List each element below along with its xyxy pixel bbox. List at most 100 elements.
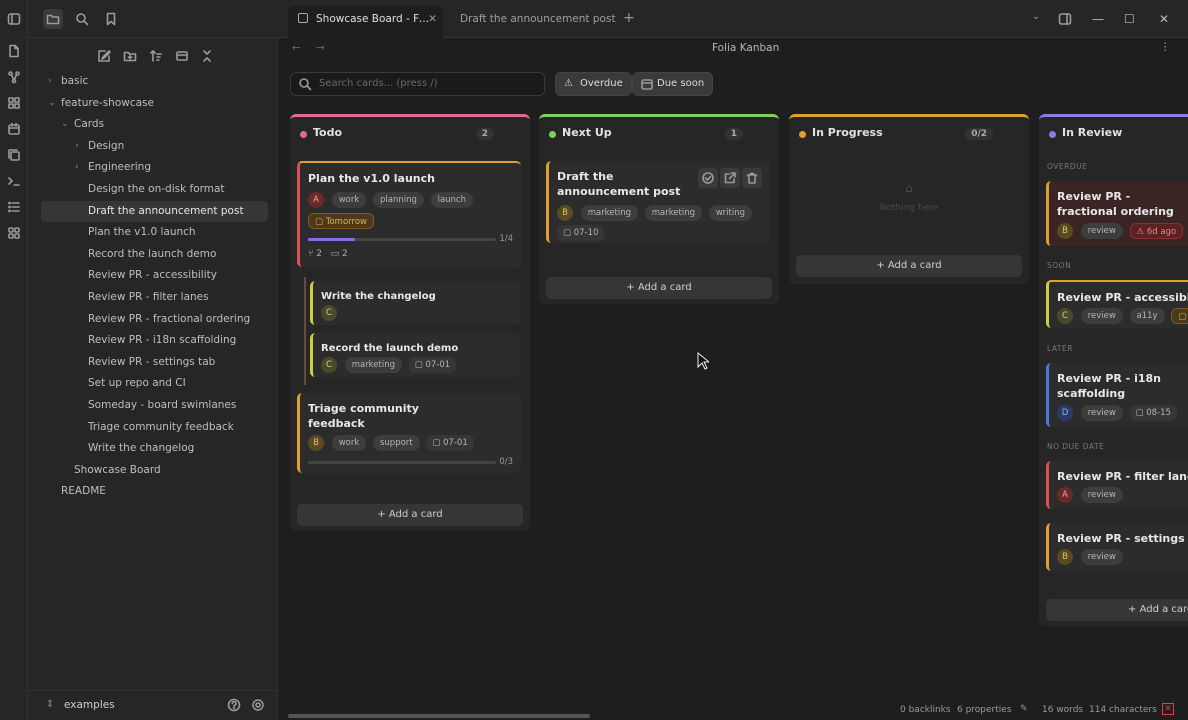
list-icon[interactable] (5, 198, 23, 216)
tab-showcase-board[interactable]: Showcase Board - Folia Kanban ✕ (288, 6, 443, 38)
tree-file[interactable]: README (28, 481, 278, 503)
minimize-icon[interactable]: — (1092, 10, 1110, 28)
folder-icon[interactable] (43, 9, 63, 29)
tree-folder-basic[interactable]: › basic (28, 71, 278, 93)
tab-list-chevron-icon[interactable]: ⌄ (1032, 11, 1040, 22)
search-input[interactable]: Search cards... (press /) (290, 72, 545, 96)
card-record-demo[interactable]: Record the launch demo C marketing ▢ 07-… (310, 333, 520, 377)
tree-file[interactable]: Review PR - settings tab (28, 352, 278, 374)
tree-file[interactable]: Review PR - filter lanes (28, 287, 278, 309)
bookmark-icon[interactable] (102, 10, 120, 28)
tag[interactable]: marketing (644, 205, 703, 221)
add-card-button[interactable]: + Add a card (297, 504, 523, 526)
grid-icon[interactable] (5, 94, 23, 112)
column-header[interactable]: In Progress 0/2 (789, 117, 1029, 151)
card-review-accessibility[interactable]: Review PR - accessibility C review a11y … (1046, 280, 1188, 328)
tag[interactable]: review (1080, 308, 1123, 324)
card-plan-launch[interactable]: Plan the v1.0 launch A work planning lau… (297, 161, 521, 267)
graph-icon[interactable] (5, 68, 23, 86)
tag[interactable]: a11y (1129, 308, 1165, 324)
vault-name[interactable]: examples (64, 699, 115, 711)
card-write-changelog[interactable]: Write the changelog C (310, 281, 520, 325)
card-review-i18n[interactable]: Review PR - i18n scaffolding D review ▢ … (1046, 363, 1188, 427)
tag[interactable]: planning (372, 192, 424, 208)
tree-file[interactable]: Review PR - accessibility (28, 265, 278, 287)
complete-icon[interactable] (698, 168, 718, 188)
tree-folder-cards[interactable]: ⌄ Cards (28, 114, 278, 136)
card-title: Review PR - fractional ordering (1057, 190, 1174, 218)
due-soon-filter-button[interactable]: Due soon (632, 72, 714, 96)
new-note-icon[interactable] (95, 47, 113, 65)
tag[interactable]: review (1080, 549, 1123, 565)
forward-arrow-icon[interactable]: → (316, 42, 325, 54)
add-card-button[interactable]: + Add a card (546, 277, 772, 299)
tag[interactable]: marketing (344, 357, 403, 373)
collapse-all-icon[interactable] (198, 47, 216, 65)
window-close-icon[interactable]: ✕ (1159, 10, 1177, 28)
new-tab-icon[interactable]: + (623, 10, 635, 26)
tree-folder-design[interactable]: › Design (28, 136, 278, 158)
tag[interactable]: marketing (580, 205, 639, 221)
settings-gear-icon[interactable] (251, 698, 265, 712)
horizontal-scrollbar[interactable] (288, 714, 590, 718)
auto-reveal-icon[interactable] (173, 47, 191, 65)
tree-file[interactable]: Showcase Board (28, 460, 278, 482)
search-icon[interactable] (73, 10, 91, 28)
tree-file[interactable]: Write the changelog (28, 438, 278, 460)
card-draft-announcement[interactable]: Draft the announcement post B marketing … (546, 161, 770, 243)
card-review-fractional[interactable]: Review PR - fractional ordering B review… (1046, 181, 1188, 246)
tag[interactable]: review (1080, 223, 1123, 239)
back-arrow-icon[interactable]: ← (292, 42, 301, 54)
sync-error-icon[interactable]: ✕ (1162, 703, 1174, 715)
blocks-icon[interactable] (5, 224, 23, 242)
right-sidebar-toggle-icon[interactable] (1056, 10, 1074, 28)
sidebar-toggle-icon[interactable] (5, 10, 23, 28)
maximize-icon[interactable]: ☐ (1124, 10, 1142, 28)
column-header[interactable]: In Review (1039, 117, 1188, 151)
tree-file[interactable]: Triage community feedback (28, 417, 278, 439)
open-external-icon[interactable] (720, 168, 740, 188)
edit-icon[interactable]: ✎ (1020, 704, 1028, 714)
tree-file[interactable]: Review PR - i18n scaffolding (28, 330, 278, 352)
tree-file-selected[interactable]: Draft the announcement post (41, 200, 268, 223)
backlinks-count[interactable]: 0 backlinks (900, 705, 951, 715)
terminal-icon[interactable] (5, 172, 23, 190)
tag[interactable]: review (1080, 405, 1123, 421)
help-icon[interactable] (227, 698, 241, 712)
tag[interactable]: work (331, 192, 367, 208)
sort-icon[interactable] (147, 47, 165, 65)
column-header[interactable]: Todo 2 (290, 117, 530, 151)
tree-file[interactable]: Set up repo and CI (28, 373, 278, 395)
add-card-button[interactable]: + Add a card (796, 255, 1022, 277)
tree-file[interactable]: Record the launch demo (28, 244, 278, 266)
column-header[interactable]: Next Up 1 (539, 117, 779, 151)
calendar-icon[interactable] (5, 120, 23, 138)
tree-label: Showcase Board (74, 463, 161, 476)
tag[interactable]: launch (430, 192, 473, 208)
overdue-filter-button[interactable]: ⚠ Overdue (555, 72, 632, 96)
tag[interactable]: support (372, 435, 420, 451)
tag[interactable]: review (1080, 487, 1123, 503)
new-folder-icon[interactable] (121, 47, 139, 65)
file-icon[interactable] (5, 42, 23, 60)
card-review-settings-tab[interactable]: Review PR - settings tab B review (1046, 523, 1188, 571)
tag[interactable]: work (331, 435, 367, 451)
tag[interactable]: writing (708, 205, 753, 221)
tree-file[interactable]: Someday - board swimlanes (28, 395, 278, 417)
tree-file[interactable]: Review PR - fractional ordering (28, 309, 278, 331)
tree-file[interactable]: Plan the v1.0 launch (28, 222, 278, 244)
tree-folder-feature-showcase[interactable]: ⌄ feature-showcase (28, 93, 278, 115)
properties-count[interactable]: 6 properties (957, 705, 1012, 715)
delete-icon[interactable] (742, 168, 762, 188)
vault-chevron-icon[interactable]: ⇕ (46, 699, 54, 710)
more-options-icon[interactable]: ⋮ (1160, 41, 1171, 53)
tree-folder-engineering[interactable]: › Engineering (28, 157, 278, 179)
card-triage-feedback[interactable]: Triage community feedback B work support… (297, 393, 521, 473)
copy-icon[interactable] (5, 146, 23, 164)
card-review-filter-lanes[interactable]: Review PR - filter lanes A review (1046, 461, 1188, 509)
tab-announcement[interactable]: Draft the announcement post (452, 6, 622, 38)
calendar-icon (640, 77, 654, 91)
add-card-button[interactable]: + Add a card (1046, 599, 1188, 621)
tree-file[interactable]: Design the on-disk format (28, 179, 278, 201)
close-icon[interactable]: ✕ (428, 6, 437, 32)
